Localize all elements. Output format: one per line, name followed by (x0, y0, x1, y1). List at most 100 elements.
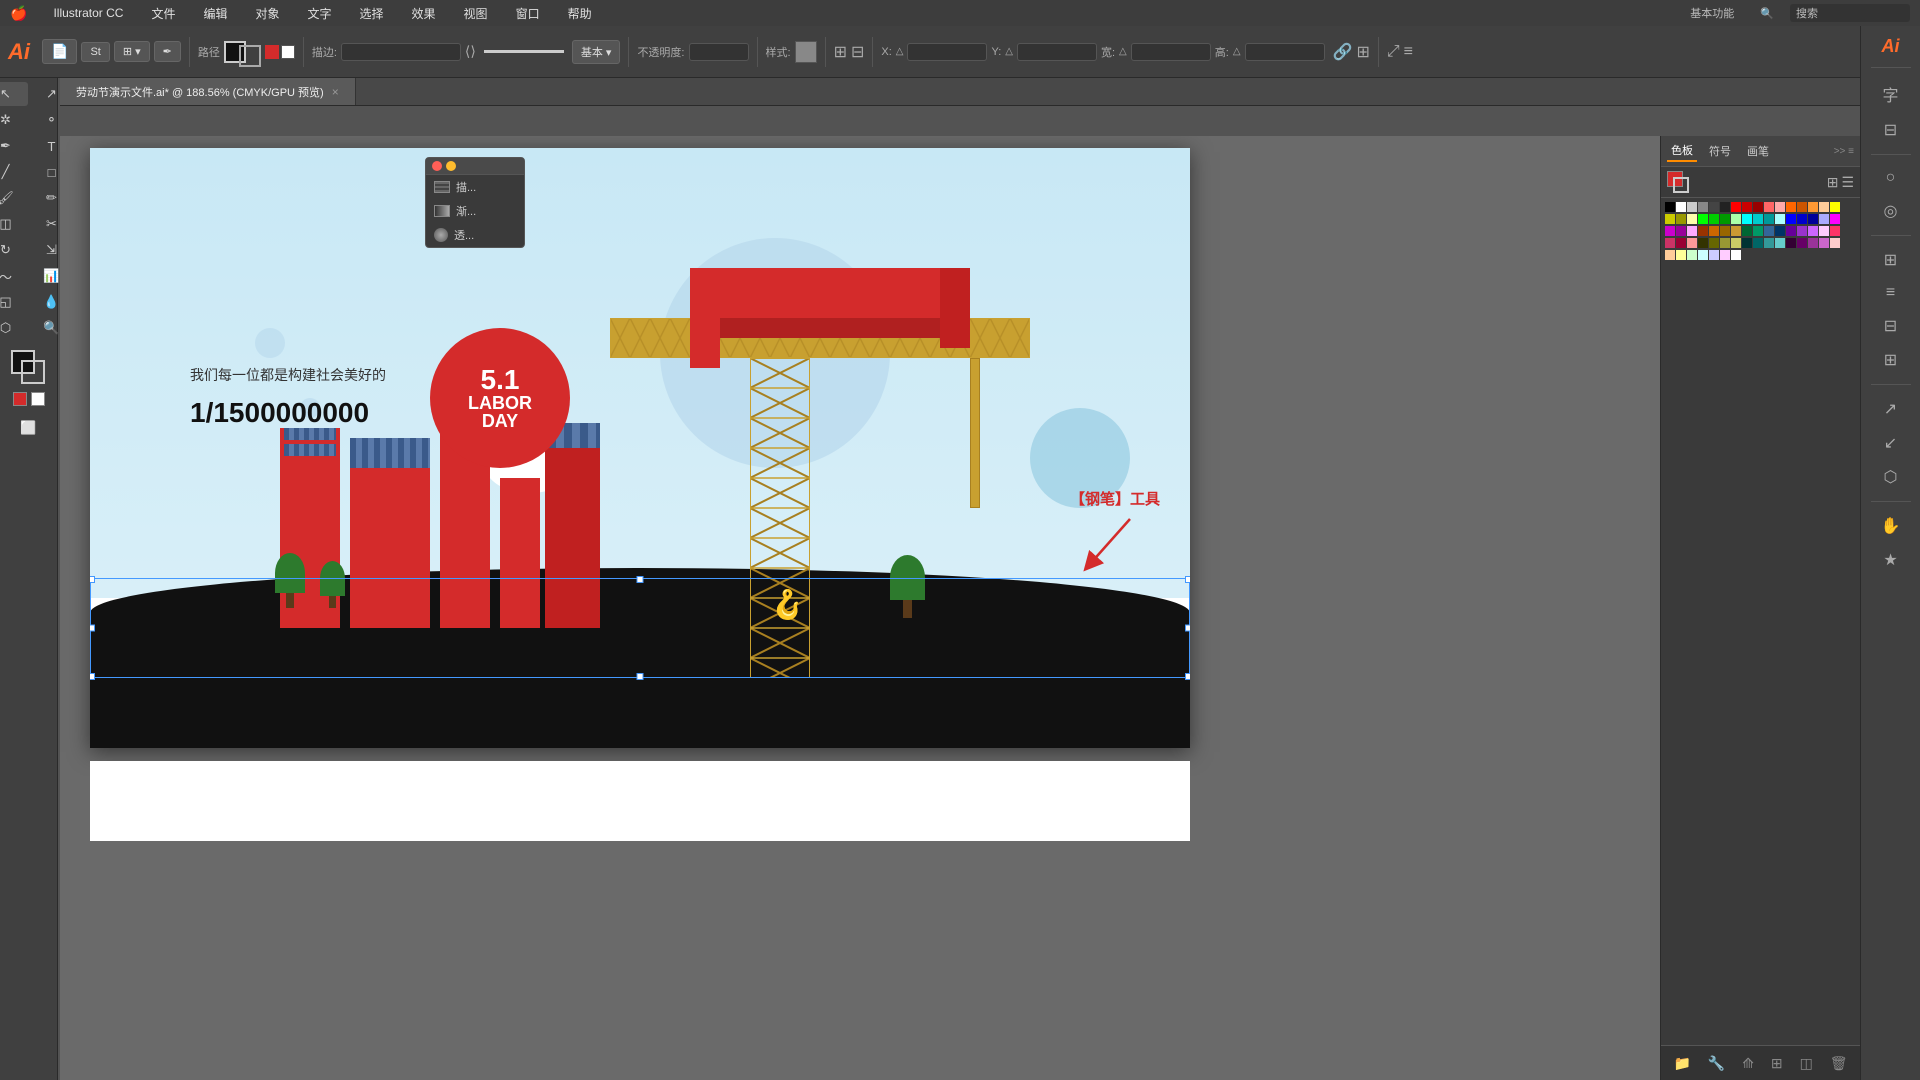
ai-grid-icon[interactable]: ⊞ (1880, 346, 1901, 374)
panel-arrange-btn[interactable]: ⟰ (1742, 1055, 1754, 1072)
swatch[interactable] (1665, 238, 1675, 248)
swatch[interactable] (1786, 226, 1796, 236)
selection-tool[interactable]: ↖ (0, 82, 28, 106)
panel-arrows[interactable]: >> ≡ (1834, 146, 1854, 157)
menu-view[interactable]: 视图 (458, 3, 494, 24)
w-input[interactable]: 595.028 p (1131, 43, 1211, 61)
view-mode-btn[interactable]: St (81, 42, 109, 62)
panel-item-desc[interactable]: 描... (426, 175, 524, 199)
swatch[interactable] (1676, 202, 1686, 212)
props-icon[interactable]: ≡ (1404, 43, 1413, 61)
swatch[interactable] (1720, 238, 1730, 248)
expand-icon[interactable]: ⤢ (1387, 43, 1400, 61)
swatch[interactable] (1775, 238, 1785, 248)
swatch[interactable] (1819, 202, 1829, 212)
warp-tool[interactable]: 〜 (0, 264, 28, 288)
transform2-icon[interactable]: ⊞ (1356, 42, 1369, 62)
swatch[interactable] (1687, 214, 1697, 224)
swatch[interactable] (1819, 226, 1829, 236)
ai-place-icon[interactable]: ↙ (1880, 429, 1901, 457)
swatch[interactable] (1698, 250, 1708, 260)
swatch[interactable] (1753, 202, 1763, 212)
swatch[interactable] (1808, 226, 1818, 236)
swatch[interactable] (1709, 226, 1719, 236)
swatch[interactable] (1797, 226, 1807, 236)
panel-item-gradient[interactable]: 渐... (426, 199, 524, 223)
menu-help[interactable]: 帮助 (562, 3, 598, 24)
panel-min-btn[interactable] (446, 161, 456, 171)
blend-tool[interactable]: ⬡ (0, 316, 28, 340)
swatch[interactable] (1786, 238, 1796, 248)
canvas-area[interactable]: 5.1 LABOR DAY 我们每一位都是构建社会美好的 1/150000000… (60, 136, 1860, 1080)
swatch[interactable] (1753, 214, 1763, 224)
h-input[interactable]: 52.872 px (1245, 43, 1325, 61)
zoom-tool[interactable]: 🔍 (30, 316, 74, 340)
gradient-tool[interactable]: ◱ (0, 290, 28, 314)
swatch[interactable] (1830, 202, 1840, 212)
menu-type[interactable]: 文字 (302, 3, 338, 24)
link-icon[interactable]: 🔗 (1333, 42, 1353, 62)
swatch[interactable] (1731, 238, 1741, 248)
menu-illustrator[interactable]: Illustrator CC (47, 4, 129, 22)
ct-stroke[interactable] (1673, 177, 1689, 193)
style-preview[interactable] (795, 41, 817, 63)
swatch[interactable] (1687, 202, 1697, 212)
menu-object[interactable]: 对象 (249, 3, 285, 24)
swatch[interactable] (1687, 238, 1697, 248)
color-swatches[interactable] (11, 350, 47, 386)
ai-hand-icon[interactable]: ✋ (1877, 512, 1905, 540)
x-input[interactable]: 466.769 p (907, 43, 987, 61)
shape-tool[interactable]: □ (30, 160, 74, 184)
new-doc-btn[interactable]: 📄 (42, 39, 77, 64)
scissors-tool[interactable]: ✂ (30, 212, 74, 236)
transform-icon[interactable]: ⊟ (851, 42, 864, 62)
search-input[interactable]: 搜索 (1790, 4, 1910, 22)
swatch[interactable] (1808, 202, 1818, 212)
swatch[interactable] (1786, 202, 1796, 212)
pencil-tool[interactable]: ✏ (30, 186, 74, 210)
panel-delete-btn[interactable]: 🗑 (1830, 1055, 1848, 1072)
swatch[interactable] (1808, 214, 1818, 224)
red-swatch[interactable] (13, 392, 27, 406)
panel-copy-btn[interactable]: ◫ (1800, 1055, 1813, 1072)
swatch[interactable] (1742, 226, 1752, 236)
swatch[interactable] (1764, 226, 1774, 236)
swatch[interactable] (1742, 214, 1752, 224)
swatch[interactable] (1665, 250, 1675, 260)
swatch[interactable] (1698, 214, 1708, 224)
swatch[interactable] (1676, 238, 1686, 248)
swatch[interactable] (1819, 214, 1829, 224)
opacity-input[interactable]: 100% (689, 43, 749, 61)
menu-window[interactable]: 窗口 (510, 3, 546, 24)
swatch[interactable] (1786, 214, 1796, 224)
artboard-icon[interactable]: ⬜ (7, 416, 51, 440)
white-indicator[interactable] (281, 45, 295, 59)
ai-circle-o[interactable]: ○ (1882, 165, 1900, 191)
swatch[interactable] (1764, 214, 1774, 224)
white-swatch[interactable] (31, 392, 45, 406)
ai-prop-icon[interactable]: ≡ (1882, 280, 1899, 306)
panel-new-btn[interactable]: 🔧 (1708, 1055, 1725, 1072)
pen-tool-btn[interactable]: ✒ (154, 41, 181, 62)
swatch[interactable] (1687, 250, 1697, 260)
swatch[interactable] (1676, 226, 1686, 236)
stroke-up-icon[interactable]: ⟨⟩ (465, 43, 476, 60)
ai-layers-icon[interactable]: ⊞ (1880, 246, 1901, 274)
swatch[interactable] (1797, 202, 1807, 212)
magic-wand-tool[interactable]: ✲ (0, 108, 28, 132)
swatch[interactable] (1720, 226, 1730, 236)
type-tool[interactable]: T (30, 134, 74, 158)
eraser-tool[interactable]: ◫ (0, 212, 28, 236)
ai-align-icon[interactable]: ⊟ (1880, 116, 1901, 144)
swatch[interactable] (1764, 202, 1774, 212)
apple-menu[interactable]: 🍎 (10, 5, 27, 22)
panel-move-btn[interactable]: ⊞ (1771, 1055, 1783, 1072)
grid-btn[interactable]: ⊞ ▾ (114, 41, 150, 62)
swatch[interactable] (1764, 238, 1774, 248)
rotate-tool[interactable]: ↻ (0, 238, 28, 262)
swatch[interactable] (1753, 226, 1763, 236)
swatch[interactable] (1676, 250, 1686, 260)
y-input[interactable]: 392.621 p (1017, 43, 1097, 61)
menu-effect[interactable]: 效果 (406, 3, 442, 24)
swatch[interactable] (1731, 226, 1741, 236)
